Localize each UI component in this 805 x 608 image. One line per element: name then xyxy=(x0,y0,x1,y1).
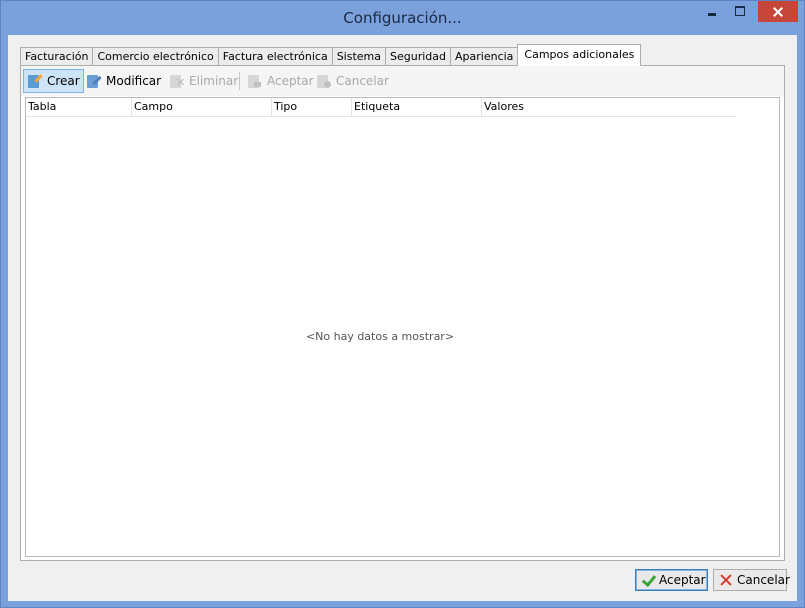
grid-header: Tabla Campo Tipo Etiqueta Valores xyxy=(26,98,736,117)
window-title: Configuración... xyxy=(343,9,462,27)
delete-document-icon xyxy=(169,73,185,89)
column-header-etiqueta[interactable]: Etiqueta xyxy=(352,98,482,117)
empty-grid-message: <No hay datos a mostrar> xyxy=(305,330,455,343)
tab-seguridad[interactable]: Seguridad xyxy=(385,47,450,66)
toolbar-accept-button[interactable]: Aceptar xyxy=(244,69,317,93)
minimize-button[interactable] xyxy=(699,1,725,23)
config-window: Configuración... Facturación Comercio el… xyxy=(0,0,805,608)
title-bar[interactable]: Configuración... xyxy=(1,1,804,35)
dialog-body: Facturación Comercio electrónico Factura… xyxy=(8,35,797,601)
tab-comercio-electronico[interactable]: Comercio electrónico xyxy=(92,47,218,66)
modify-label: Modificar xyxy=(106,74,162,88)
toolbar-separator xyxy=(239,72,240,90)
tab-campos-adicionales[interactable]: Campos adicionales xyxy=(517,44,642,66)
column-header-campo[interactable]: Campo xyxy=(132,98,272,117)
delete-button[interactable]: Eliminar xyxy=(166,69,241,93)
tab-facturacion[interactable]: Facturación xyxy=(20,47,93,66)
cancel-button[interactable]: Cancelar xyxy=(713,569,790,591)
cancel-label: Cancelar xyxy=(737,573,790,587)
save-document-icon xyxy=(247,73,263,89)
new-document-icon xyxy=(27,73,43,89)
column-header-tipo[interactable]: Tipo xyxy=(272,98,352,117)
toolbar-cancel-button[interactable]: Cancelar xyxy=(313,69,392,93)
close-button[interactable] xyxy=(758,1,798,22)
toolbar-cancel-label: Cancelar xyxy=(336,74,389,88)
create-label: Crear xyxy=(47,74,80,88)
accept-label: Aceptar xyxy=(659,573,706,587)
toolbar-accept-label: Aceptar xyxy=(267,74,314,88)
modify-button[interactable]: Modificar xyxy=(83,69,164,93)
column-header-valores[interactable]: Valores xyxy=(482,98,736,117)
maximize-button[interactable] xyxy=(727,1,753,23)
delete-label: Eliminar xyxy=(189,74,239,88)
accept-button[interactable]: Aceptar xyxy=(635,569,708,591)
tab-sistema[interactable]: Sistema xyxy=(331,47,385,66)
data-grid[interactable]: Tabla Campo Tipo Etiqueta Valores <No ha… xyxy=(25,97,780,557)
tab-panel: Crear Modificar Eliminar Aceptar Ca xyxy=(20,65,785,561)
tab-apariencia[interactable]: Apariencia xyxy=(450,47,518,66)
check-icon xyxy=(640,572,656,588)
create-button[interactable]: Crear xyxy=(23,69,84,93)
close-x-icon xyxy=(718,572,734,588)
tab-factura-electronica[interactable]: Factura electrónica xyxy=(217,47,332,66)
edit-document-icon xyxy=(86,73,102,89)
tab-strip: Facturación Comercio electrónico Factura… xyxy=(20,44,642,66)
toolbar: Crear Modificar Eliminar Aceptar Ca xyxy=(21,66,784,96)
column-header-tabla[interactable]: Tabla xyxy=(26,98,132,117)
cancel-document-icon xyxy=(316,73,332,89)
